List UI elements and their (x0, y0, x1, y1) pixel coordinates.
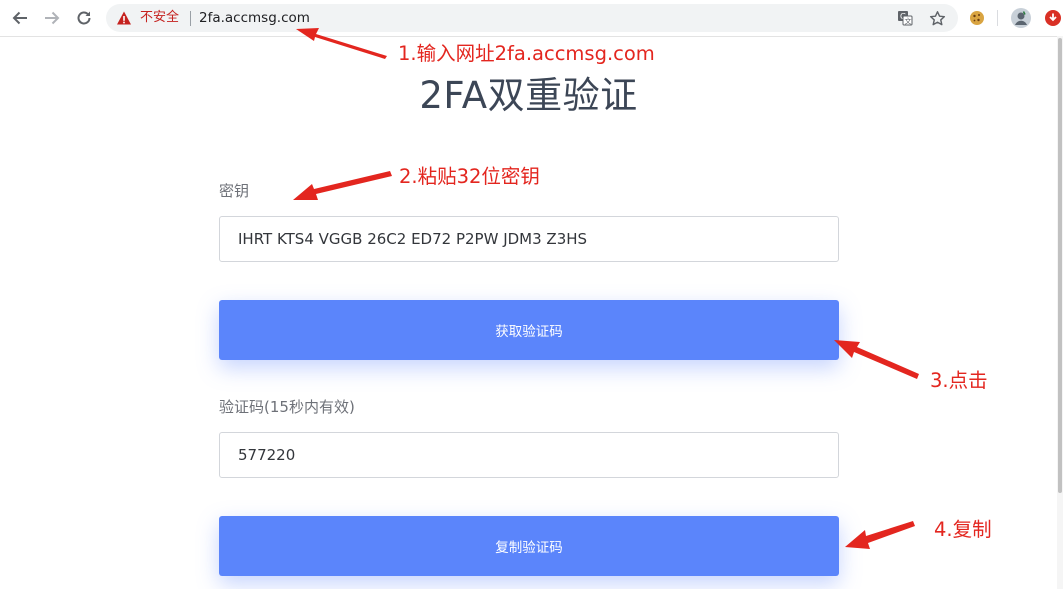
forward-arrow-icon[interactable] (40, 7, 64, 29)
code-label: 验证码(15秒内有效) (219, 398, 355, 416)
profile-avatar-icon[interactable] (1011, 8, 1031, 28)
page-title: 2FA双重验证 (419, 74, 638, 117)
annotation-arrow-3 (834, 340, 919, 379)
back-arrow-icon[interactable] (8, 7, 32, 29)
reload-icon[interactable] (72, 7, 96, 29)
annotation-step3: 3.点击 (930, 369, 988, 392)
page-scrollbar[interactable] (1057, 36, 1063, 589)
annotation-step4: 4.复制 (934, 518, 992, 541)
warning-icon (116, 10, 132, 26)
address-bar[interactable]: 不安全 2fa.accmsg.com G文 (106, 4, 958, 32)
annotation-step2: 2.粘贴32位密钥 (399, 165, 540, 188)
bookmark-star-icon[interactable] (928, 9, 946, 27)
annotation-step1: 1.输入网址2fa.accmsg.com (398, 42, 655, 65)
annotation-arrow-4 (845, 521, 915, 549)
get-code-button[interactable]: 获取验证码 (219, 300, 839, 360)
scrollbar-thumb[interactable] (1058, 38, 1062, 493)
url-text[interactable]: 2fa.accmsg.com (199, 9, 310, 27)
security-status[interactable]: 不安全 (140, 10, 179, 26)
translate-icon[interactable]: G文 (896, 9, 914, 27)
code-input[interactable] (219, 432, 839, 478)
annotation-arrow-2 (293, 171, 392, 200)
extension-icon[interactable] (1043, 8, 1063, 28)
secret-input[interactable] (219, 216, 839, 262)
toolbar-divider (997, 10, 998, 26)
secret-label: 密钥 (219, 182, 250, 200)
omnibox-divider (190, 11, 191, 26)
copy-code-button[interactable]: 复制验证码 (219, 516, 839, 576)
cookie-extension-icon[interactable] (967, 8, 987, 28)
svg-text:文: 文 (905, 17, 912, 26)
browser-toolbar: 不安全 2fa.accmsg.com G文 (0, 0, 1063, 37)
